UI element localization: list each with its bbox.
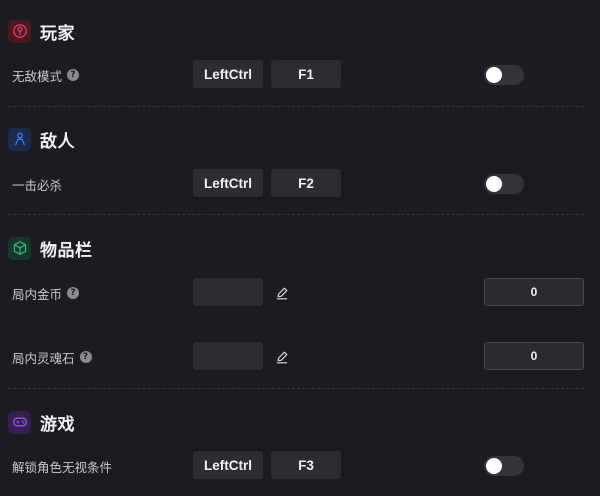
gamepad-icon [8, 410, 31, 434]
setting-label: 无敌模式 [12, 68, 63, 84]
setting-row-gold: 局内金币 ? 0 [0, 278, 600, 308]
section-divider [8, 106, 584, 107]
hotkey-key-button[interactable]: F1 [271, 60, 341, 88]
setting-row-unlock-characters: 解锁角色无视条件 LeftCtrl F3 [0, 451, 600, 481]
setting-row-soul-stone: 局内灵魂石 ? 0 [0, 342, 600, 372]
pencil-icon[interactable] [273, 348, 291, 366]
setting-label: 一击必杀 [12, 177, 63, 193]
section-divider [8, 388, 584, 389]
gold-value-input[interactable]: 0 [484, 278, 584, 306]
one-hit-kill-toggle[interactable] [484, 174, 524, 194]
hotkey-key-button[interactable]: F3 [271, 451, 341, 479]
gold-hotkey-field[interactable] [193, 278, 263, 306]
section-title: 物品栏 [40, 240, 93, 261]
toggle-knob [486, 458, 502, 474]
hotkey-modifier-button[interactable]: LeftCtrl [193, 60, 263, 88]
section-title: 敌人 [40, 131, 75, 152]
section-header-game: 游戏 [8, 408, 75, 436]
hotkey-modifier-button[interactable]: LeftCtrl [193, 169, 263, 197]
enemy-person-icon [8, 127, 31, 151]
section-header-inventory: 物品栏 [8, 234, 93, 262]
setting-label: 局内灵魂石 [12, 350, 75, 366]
soul-stone-hotkey-field[interactable] [193, 342, 263, 370]
inventory-cube-icon [8, 236, 31, 260]
soul-stone-value-input[interactable]: 0 [484, 342, 584, 370]
setting-label: 局内金币 [12, 286, 63, 302]
help-icon[interactable]: ? [67, 287, 80, 299]
unlock-characters-toggle[interactable] [484, 456, 524, 476]
section-header-enemy: 敌人 [8, 125, 75, 153]
toggle-knob [486, 176, 502, 192]
invincible-toggle[interactable] [484, 65, 524, 85]
player-badge-icon [8, 19, 31, 43]
toggle-knob [486, 67, 502, 83]
setting-label: 解锁角色无视条件 [12, 459, 113, 475]
setting-row-one-hit-kill: 一击必杀 LeftCtrl F2 [0, 169, 600, 199]
section-title: 游戏 [40, 414, 75, 435]
section-title: 玩家 [40, 23, 75, 44]
section-divider [8, 214, 584, 215]
help-icon[interactable]: ? [79, 351, 92, 363]
setting-row-invincible: 无敌模式 ? LeftCtrl F1 [0, 60, 600, 90]
hotkey-modifier-button[interactable]: LeftCtrl [193, 451, 263, 479]
hotkey-key-button[interactable]: F2 [271, 169, 341, 197]
help-icon[interactable]: ? [67, 69, 80, 81]
pencil-icon[interactable] [273, 284, 291, 302]
section-header-player: 玩家 [8, 17, 75, 45]
